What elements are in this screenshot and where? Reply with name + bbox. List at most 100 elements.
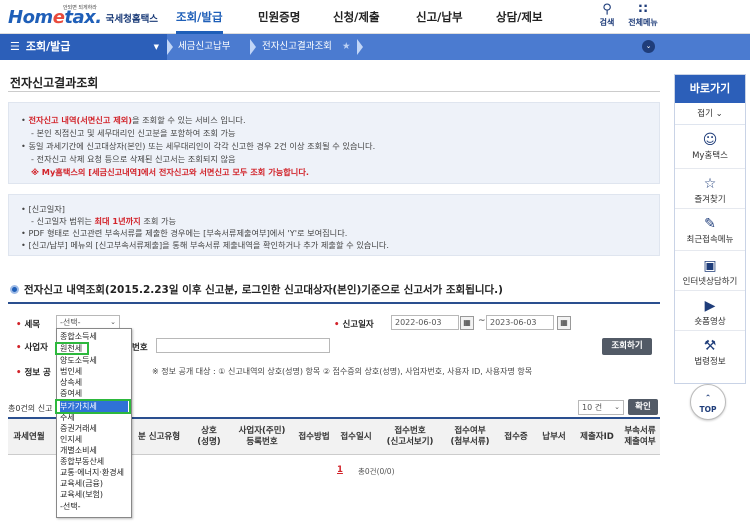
quick-online-counsel[interactable]: ▣ 인터넷상담하기 — [675, 251, 745, 291]
col-attachment-submitted: 부속서류 제출여부 — [624, 426, 656, 447]
col-receipt-number: 접수번호 (신고서보기) — [386, 426, 434, 447]
biz-number-suffix: 번호 — [132, 343, 148, 353]
title-divider — [8, 91, 660, 92]
info-line: - 전자신고 삭제 요청 등으로 삭제된 신고서는 조회되지 않음 — [31, 154, 236, 164]
subnav-right: ⌄ — [642, 34, 750, 60]
dropdown-option[interactable]: 교육세(금융) — [60, 478, 103, 489]
person-icon: ☺ — [702, 132, 718, 148]
hamburger-icon: ☰ — [10, 40, 20, 53]
top-header: 안되면 되게하라 Hometax. 국세청홈택스 조회/발급 민원증명 신청/제… — [0, 0, 750, 34]
col-submitter-id: 제출자ID — [580, 431, 614, 442]
play-icon: ▶ — [704, 298, 716, 314]
info-line: • PDF 형태로 신고관련 부속서류를 제출한 경우에는 [부속서류제출여부]… — [21, 228, 348, 238]
chevron-down-icon: ⌄ — [715, 109, 723, 119]
pagination-total: 총0건(0/0) — [358, 467, 395, 476]
star-icon: ☆ — [703, 176, 717, 192]
page-title: 전자신고결과조회 — [10, 76, 99, 90]
col-receipt-cert: 접수증 — [504, 431, 528, 442]
quick-my-hometax[interactable]: ☺ My홈택스 — [675, 125, 745, 169]
submenu-label: 조회/발급 — [25, 40, 71, 53]
tax-type-label: • 세목 — [16, 320, 41, 330]
expand-chevron-icon[interactable]: ⌄ — [642, 40, 655, 53]
result-count: 총0건의 신고 — [8, 404, 53, 413]
recent-menu-icon: ✎ — [704, 216, 716, 232]
submenu-dropdown[interactable]: ☰ 조회/발급 ▼ — [0, 34, 167, 60]
pagination-current[interactable]: 1 — [337, 465, 343, 475]
dropdown-option[interactable]: 증권거래세 — [60, 423, 97, 434]
col-receipt-method: 접수방법 — [298, 431, 330, 442]
tax-type-dropdown-list: 종합소득세 원천세 양도소득세 법인세 상속세 증여세 부가가치세 주세 증권거… — [55, 328, 132, 518]
gnb-counsel-report[interactable]: 상담/제보 — [496, 0, 543, 34]
full-menu-button[interactable]: ∷ 전체메뉴 — [623, 3, 663, 28]
search-icon: ⚲ — [602, 2, 612, 17]
gavel-icon: ⚒ — [703, 338, 717, 354]
search-submit-button[interactable]: 조회하기 — [602, 338, 652, 355]
highlight-box-withholding — [55, 342, 89, 355]
select-caret-icon: ⌄ — [614, 403, 620, 411]
page-size-select[interactable]: 10 건 ⌄ — [578, 400, 624, 415]
biz-number-input[interactable] — [156, 338, 330, 353]
info-disclosure-label: • 정보 공 — [16, 368, 51, 378]
dropdown-option[interactable]: 인지세 — [60, 434, 82, 445]
date-from-input[interactable]: 2022-06-03 — [391, 315, 459, 330]
breadcrumb-current: 전자신고결과조회 — [262, 41, 332, 52]
grid-menu-icon: ∷ — [638, 2, 648, 17]
col-receipt-status: 접수여부 (첨부서류) — [450, 426, 490, 447]
biz-number-label: • 사업자 — [16, 343, 48, 353]
favorite-star-icon[interactable]: ★ — [342, 34, 351, 60]
dropdown-option[interactable]: 법인세 — [60, 366, 82, 377]
full-menu-label: 전체메뉴 — [628, 18, 658, 27]
info-line: - 본인 직접신고 및 세무대리인 신고분을 포함하여 조회 가능 — [31, 128, 236, 138]
calendar-from-icon[interactable]: ▦ — [460, 316, 474, 330]
col-payment-slip: 납부서 — [542, 431, 566, 442]
info-box-service: • 전자신고 내역(서면신고 제외)을 조회할 수 있는 서비스 입니다. - … — [8, 102, 660, 184]
calendar-to-icon[interactable]: ▦ — [557, 316, 571, 330]
chevron-up-icon: ⌃ — [704, 393, 712, 402]
monitor-icon: ▣ — [703, 258, 717, 274]
breadcrumb-separator — [250, 39, 256, 55]
info-line: • 전자신고 내역(서면신고 제외)을 조회할 수 있는 서비스 입니다. — [21, 115, 246, 125]
dropdown-option[interactable]: 상속세 — [60, 377, 82, 388]
col-tax-period: 과세연월 — [13, 431, 45, 442]
dropdown-option[interactable]: 양도소득세 — [60, 355, 97, 366]
info-box-date: • [신고일자] - 신고일자 범위는 최대 1년까지 조회 가능 • PDF … — [8, 194, 660, 256]
breadcrumb-tax-filing[interactable]: 세금신고납부 — [178, 34, 230, 60]
gnb-apply-submit[interactable]: 신청/제출 — [333, 0, 380, 34]
scroll-top-button[interactable]: ⌃ TOP — [690, 384, 726, 420]
breadcrumb-separator — [357, 39, 363, 55]
quick-menu-title: 바로가기 — [675, 75, 745, 103]
gnb-file-pay[interactable]: 신고/납부 — [416, 0, 463, 34]
logo-korean-name: 국세청홈택스 — [105, 14, 159, 25]
info-line: • [신고일자] — [21, 204, 65, 214]
quick-menu-fold-button[interactable]: 접기 ⌄ — [675, 103, 745, 125]
date-to-input[interactable]: 2023-06-03 — [486, 315, 554, 330]
info-line: • 동일 과세기간에 신고대상자(본인) 또는 세무대리인이 각각 신고한 경우… — [21, 141, 376, 151]
logo-slogan: 안되면 되게하라 — [63, 5, 97, 11]
gnb-lookup-issue[interactable]: 조회/발급 — [176, 0, 223, 34]
hometax-logo[interactable]: 안되면 되게하라 Hometax. 국세청홈택스 — [8, 5, 159, 28]
search-button[interactable]: ⚲ 검색 — [587, 3, 627, 28]
dropdown-option[interactable]: 증여세 — [60, 388, 82, 399]
quick-favorites[interactable]: ☆ 즐겨찾기 — [675, 169, 745, 209]
info-disclosure-note: ※ 정보 공개 대상 : ① 신고내역의 상호(성명) 항목 ② 접수증의 상호… — [152, 367, 533, 376]
dropdown-option[interactable]: 교통·에너지·환경세 — [60, 467, 124, 478]
date-range-tilde: ~ — [478, 316, 486, 326]
quick-recent-menu[interactable]: ✎ 최근접속메뉴 — [675, 209, 745, 251]
filing-date-label: • 신고일자 — [334, 320, 374, 330]
dropdown-option[interactable]: -선택- — [60, 501, 81, 512]
col-filing-type: 분 신고유형 — [137, 431, 181, 442]
dropdown-option[interactable]: 교육세(보험) — [60, 489, 103, 500]
confirm-button[interactable]: 확인 — [628, 399, 658, 415]
gnb-certificates[interactable]: 민원증명 — [258, 0, 300, 34]
section-heading: 전자신고 내역조회(2015.2.23일 이후 신고분, 로그인한 신고대상자(… — [10, 282, 503, 297]
breadcrumb-separator — [167, 39, 173, 55]
quick-short-video[interactable]: ▶ 숏폼영상 — [675, 291, 745, 331]
dropdown-option[interactable]: 종합소득세 — [60, 331, 97, 342]
quick-law-info[interactable]: ⚒ 법령정보 — [675, 331, 745, 375]
col-reg-number: 사업자(주민) 등록번호 — [238, 426, 286, 447]
col-receipt-datetime: 접수일시 — [340, 431, 372, 442]
search-label: 검색 — [599, 18, 615, 27]
section-bullet-icon — [10, 285, 19, 294]
dropdown-option[interactable]: 개별소비세 — [60, 445, 97, 456]
dropdown-option[interactable]: 종합부동산세 — [60, 456, 104, 467]
